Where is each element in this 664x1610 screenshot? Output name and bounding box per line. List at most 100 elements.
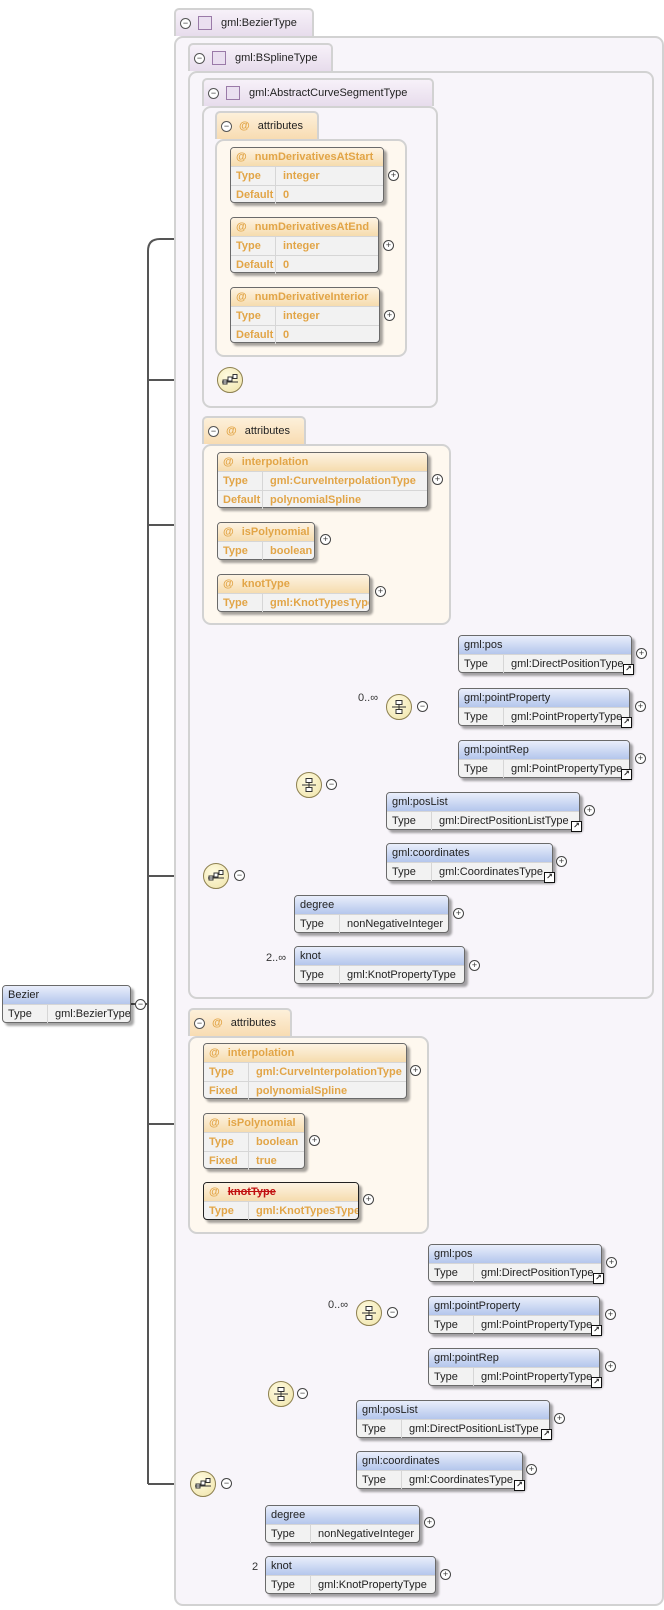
expand-icon[interactable]: + (636, 648, 647, 659)
root-element-bezier[interactable]: Bezier Type gml:BezierType (2, 985, 131, 1023)
element-name: gml:pos (459, 636, 631, 654)
element-knot[interactable]: knot Type gml:KnotPropertyType (265, 1556, 436, 1594)
expand-icon[interactable]: + (320, 534, 331, 545)
element-gml-coordinates[interactable]: gml:coordinates Type gml:CoordinatesType … (386, 843, 555, 883)
collapse-icon[interactable]: − (135, 999, 146, 1010)
row-value: integer (283, 170, 320, 182)
expand-icon[interactable]: + (309, 1135, 320, 1146)
cardinality-label: 0..∞ (358, 692, 379, 704)
element-degree[interactable]: degree Type nonNegativeInteger (265, 1505, 420, 1543)
element-gml-pointRep[interactable]: gml:pointRep Type gml:PointPropertyType ↗ (428, 1348, 602, 1388)
attribute-interpolation[interactable]: @ interpolation Type gml:CurveInterpolatio… (217, 452, 428, 509)
expand-icon[interactable]: + (432, 474, 443, 485)
element-gml-pos[interactable]: gml:pos Type gml:DirectPositionType ↗ (428, 1244, 604, 1284)
expand-icon[interactable]: + (424, 1517, 435, 1528)
row-key: Type (387, 863, 432, 881)
expand-icon[interactable]: + (388, 170, 399, 181)
element-gml-pointRep[interactable]: gml:pointRep Type gml:PointPropertyType ↗ (458, 740, 632, 780)
element-gml-posList[interactable]: gml:posList Type gml:DirectPositionListTy… (386, 792, 582, 832)
choice-compositor-icon[interactable] (296, 772, 322, 798)
expand-icon[interactable]: + (526, 1464, 537, 1475)
element-gml-pointProperty[interactable]: gml:pointProperty Type gml:PointPropertyT… (428, 1296, 602, 1336)
sequence-compositor-icon[interactable] (217, 367, 243, 393)
choice-compositor-icon[interactable] (386, 694, 412, 720)
expand-icon[interactable]: + (554, 1413, 565, 1424)
row-key: Type (357, 1471, 402, 1489)
row-value: gml:KnotPropertyType (318, 1579, 427, 1591)
expand-icon[interactable]: + (605, 1361, 616, 1372)
abstract-attributes-tab[interactable]: − @ attributes (215, 111, 319, 139)
bspline-type-tab[interactable]: − gml:BSplineType (188, 43, 333, 71)
attributes-label: attributes (230, 1017, 276, 1029)
row-key: Type (231, 237, 276, 255)
complex-type-icon (212, 51, 226, 65)
expand-icon[interactable]: + (363, 1194, 374, 1205)
row-value: gml:KnotTypesType (270, 597, 369, 609)
collapse-icon[interactable]: − (326, 779, 337, 790)
attribute-numDerivativesAtEnd[interactable]: @ numDerivativesAtEnd Type integer Default… (230, 217, 379, 274)
element-gml-posList[interactable]: gml:posList Type gml:DirectPositionListTy… (356, 1400, 552, 1440)
row-key: Type (459, 655, 504, 673)
collapse-icon[interactable]: − (234, 870, 245, 881)
choice-compositor-icon[interactable] (268, 1381, 294, 1407)
element-name: knot (295, 947, 464, 965)
row-value: gml:DirectPositionType (481, 1267, 594, 1279)
expand-icon[interactable]: + (584, 805, 595, 816)
collapse-icon[interactable]: − (180, 17, 191, 29)
collapse-icon[interactable]: − (387, 1307, 398, 1318)
collapse-icon[interactable]: − (208, 87, 219, 99)
collapse-icon[interactable]: − (297, 1388, 308, 1399)
element-gml-pointProperty[interactable]: gml:pointProperty Type gml:PointPropertyT… (458, 688, 632, 728)
collapse-icon[interactable]: − (417, 701, 428, 712)
attribute-knotType[interactable]: @ knotType Type gml:KnotTypesType (217, 574, 370, 612)
expand-icon[interactable]: + (453, 908, 464, 919)
row-value: gml:DirectPositionListType (409, 1423, 539, 1435)
complex-type-icon (226, 86, 240, 100)
collapse-icon[interactable]: − (208, 425, 219, 437)
sequence-compositor-icon[interactable] (203, 863, 229, 889)
collapse-icon[interactable]: − (221, 120, 232, 132)
reference-icon: ↗ (621, 769, 632, 780)
attribute-numDerivativeInterior[interactable]: @ numDerivativeInterior Type integer Defau… (230, 287, 380, 344)
collapse-icon[interactable]: − (194, 1017, 205, 1029)
expand-icon[interactable]: + (375, 586, 386, 597)
abstract-type-tab[interactable]: − gml:AbstractCurveSegmentType (202, 78, 434, 106)
bezier-attributes-tab[interactable]: − @ attributes (188, 1008, 292, 1036)
choice-compositor-icon[interactable] (356, 1300, 382, 1326)
expand-icon[interactable]: + (410, 1065, 421, 1076)
bezier-type-tab[interactable]: − gml:BezierType (174, 8, 314, 36)
attribute-knotType-prohibited[interactable]: @ knotType Type gml:KnotTypesType (203, 1182, 359, 1220)
attribute-icon: @ (239, 120, 250, 132)
reference-icon: ↗ (541, 1429, 552, 1440)
row-value: polynomialSpline (256, 1085, 348, 1097)
sequence-compositor-icon[interactable] (190, 1471, 216, 1497)
element-knot[interactable]: knot Type gml:KnotPropertyType (294, 946, 465, 984)
collapse-icon[interactable]: − (194, 52, 205, 64)
expand-icon[interactable]: + (605, 1309, 616, 1320)
attribute-isPolynomial-fixed[interactable]: @ isPolynomial Type boolean Fixed true (203, 1113, 305, 1170)
expand-icon[interactable]: + (556, 856, 567, 867)
attribute-name: interpolation (227, 1047, 295, 1059)
attribute-isPolynomial[interactable]: @ isPolynomial Type boolean (217, 522, 315, 560)
expand-icon[interactable]: + (384, 310, 395, 321)
element-gml-coordinates[interactable]: gml:coordinates Type gml:CoordinatesType … (356, 1451, 525, 1491)
row-value: integer (283, 240, 320, 252)
attribute-interpolation-fixed[interactable]: @ interpolation Type gml:CurveInterpolatio… (203, 1043, 407, 1100)
row-key: Type (357, 1420, 402, 1438)
row-value: gml:DirectPositionType (511, 658, 624, 670)
row-value: polynomialSpline (270, 494, 362, 506)
bspline-attributes-tab[interactable]: − @ attributes (202, 416, 306, 444)
expand-icon[interactable]: + (635, 753, 646, 764)
bspline-type-label: gml:BSplineType (235, 52, 318, 64)
expand-icon[interactable]: + (635, 701, 646, 712)
expand-icon[interactable]: + (469, 960, 480, 971)
element-degree[interactable]: degree Type nonNegativeInteger (294, 895, 449, 933)
row-value: boolean (270, 545, 313, 557)
expand-icon[interactable]: + (606, 1257, 617, 1268)
expand-icon[interactable]: + (383, 240, 394, 251)
row-key: Type (459, 708, 504, 726)
expand-icon[interactable]: + (440, 1569, 451, 1580)
attribute-numDerivativesAtStart[interactable]: @ numDerivativesAtStart Type integer Defau… (230, 147, 384, 204)
element-gml-pos[interactable]: gml:pos Type gml:DirectPositionType ↗ (458, 635, 634, 675)
collapse-icon[interactable]: − (221, 1478, 232, 1489)
